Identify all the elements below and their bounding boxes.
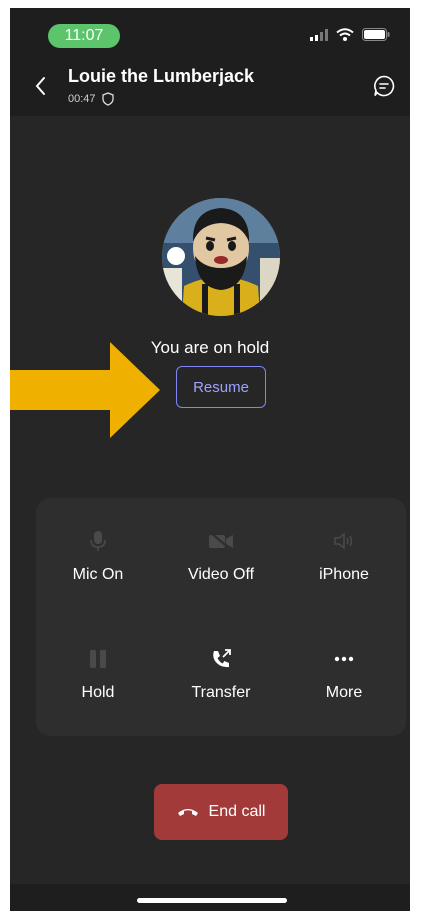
resume-button[interactable]: Resume: [176, 366, 266, 408]
mic-label: Mic On: [72, 566, 124, 583]
call-status-row: 00:47: [68, 92, 114, 106]
status-icons: [310, 28, 390, 41]
mic-button[interactable]: Mic On: [43, 498, 153, 583]
video-label: Video Off: [187, 566, 255, 583]
caller-avatar: [162, 198, 280, 316]
shield-icon: [101, 92, 114, 106]
hold-label: Hold: [81, 684, 115, 701]
phone-transfer-icon: [213, 649, 231, 668]
speaker-icon: [334, 532, 353, 550]
hang-up-icon: [177, 809, 198, 816]
transfer-label: Transfer: [191, 684, 251, 701]
battery-icon: [362, 28, 390, 41]
home-indicator[interactable]: [137, 898, 287, 903]
signal-icon: [310, 28, 328, 41]
call-timer: 00:47: [68, 93, 96, 105]
status-time: 11:07: [48, 24, 120, 48]
more-icon: [334, 656, 354, 662]
more-button[interactable]: More: [289, 616, 399, 701]
end-call-button[interactable]: End call: [154, 784, 288, 840]
audio-output-label: iPhone: [319, 566, 369, 583]
microphone-icon: [90, 531, 106, 551]
mascot-image: [162, 198, 280, 316]
chat-icon[interactable]: [372, 74, 396, 98]
audio-output-button[interactable]: iPhone: [289, 498, 399, 583]
hold-button[interactable]: Hold: [43, 616, 153, 701]
wifi-icon: [336, 28, 354, 41]
end-call-label: End call: [208, 803, 266, 820]
annotation-arrow: [10, 342, 160, 438]
status-bar: 11:07: [10, 8, 410, 56]
more-label: More: [325, 684, 363, 701]
caller-name: Louie the Lumberjack: [68, 66, 255, 86]
pause-icon: [90, 650, 106, 668]
transfer-button[interactable]: Transfer: [166, 616, 276, 701]
video-button[interactable]: Video Off: [166, 498, 276, 583]
video-off-icon: [209, 531, 233, 551]
call-controls-panel: Mic On Video Off iPhone Hold Transfer Mo…: [36, 498, 406, 736]
phone-screen: 11:07 Louie the Lumberjack 00:47 You are…: [10, 8, 410, 911]
back-chevron-icon[interactable]: [30, 72, 50, 100]
call-header: Louie the Lumberjack 00:47: [10, 56, 410, 116]
